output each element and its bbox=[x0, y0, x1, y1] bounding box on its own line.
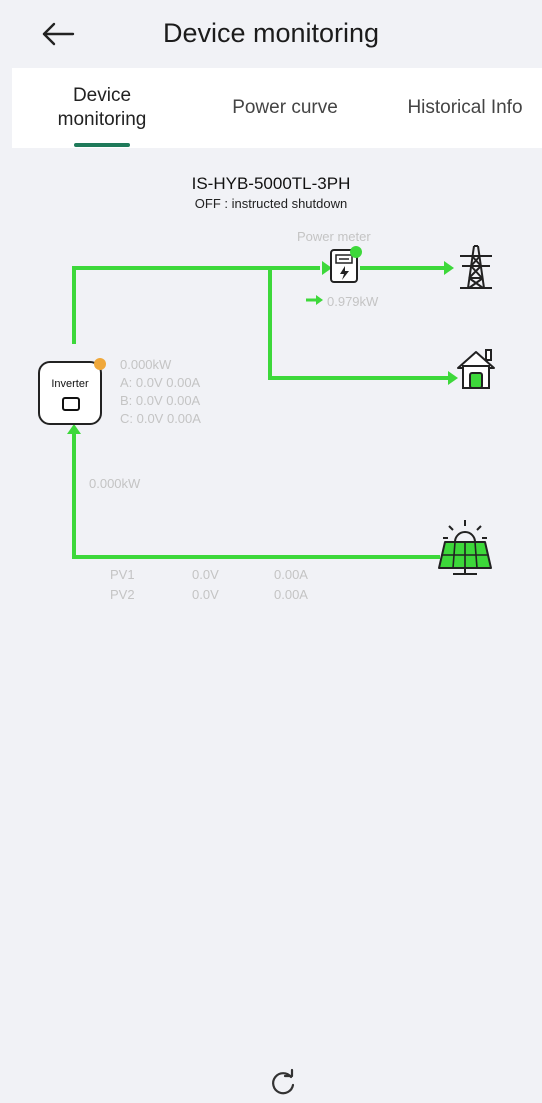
refresh-icon bbox=[272, 1068, 295, 1095]
phase-a-value: A: 0.0V 0.00A bbox=[120, 375, 201, 390]
meter-power-value: 0.979kW bbox=[327, 294, 379, 309]
solar-panel-icon bbox=[438, 520, 492, 575]
phase-c-value: C: 0.0V 0.00A bbox=[120, 411, 201, 426]
pv2-voltage: 0.0V bbox=[192, 587, 219, 602]
inverter-screen bbox=[62, 397, 80, 411]
energy-flow-diagram bbox=[67, 245, 495, 575]
phase-b-value: B: 0.0V 0.00A bbox=[120, 393, 201, 408]
flow-line-to-home bbox=[268, 266, 452, 380]
inverter-power-value: 0.000kW bbox=[120, 357, 172, 372]
flow-arrowheads bbox=[67, 261, 458, 434]
pv2-current: 0.00A bbox=[274, 587, 308, 602]
pv1-voltage: 0.0V bbox=[192, 567, 219, 582]
flow-line-solar-to-inverter bbox=[72, 430, 440, 559]
pv1-current: 0.00A bbox=[274, 567, 308, 582]
grid-tower-icon bbox=[460, 245, 492, 289]
inverter-status-dot bbox=[94, 358, 106, 370]
pv1-name: PV1 bbox=[110, 567, 135, 582]
refresh-button[interactable] bbox=[268, 1068, 298, 1098]
arrow-to-inverter bbox=[67, 424, 81, 434]
inverter-icon[interactable]: Inverter bbox=[38, 361, 102, 425]
inverter-label: Inverter bbox=[51, 378, 89, 390]
power-meter-icon bbox=[330, 246, 362, 283]
arrow-to-home bbox=[448, 371, 458, 385]
pv-power-value: 0.000kW bbox=[89, 476, 141, 491]
home-icon bbox=[457, 349, 495, 389]
power-meter-label: Power meter bbox=[297, 229, 371, 244]
pv2-name: PV2 bbox=[110, 587, 135, 602]
arrow-to-grid bbox=[444, 261, 454, 275]
flow-line-inverter-to-meter bbox=[72, 266, 320, 344]
